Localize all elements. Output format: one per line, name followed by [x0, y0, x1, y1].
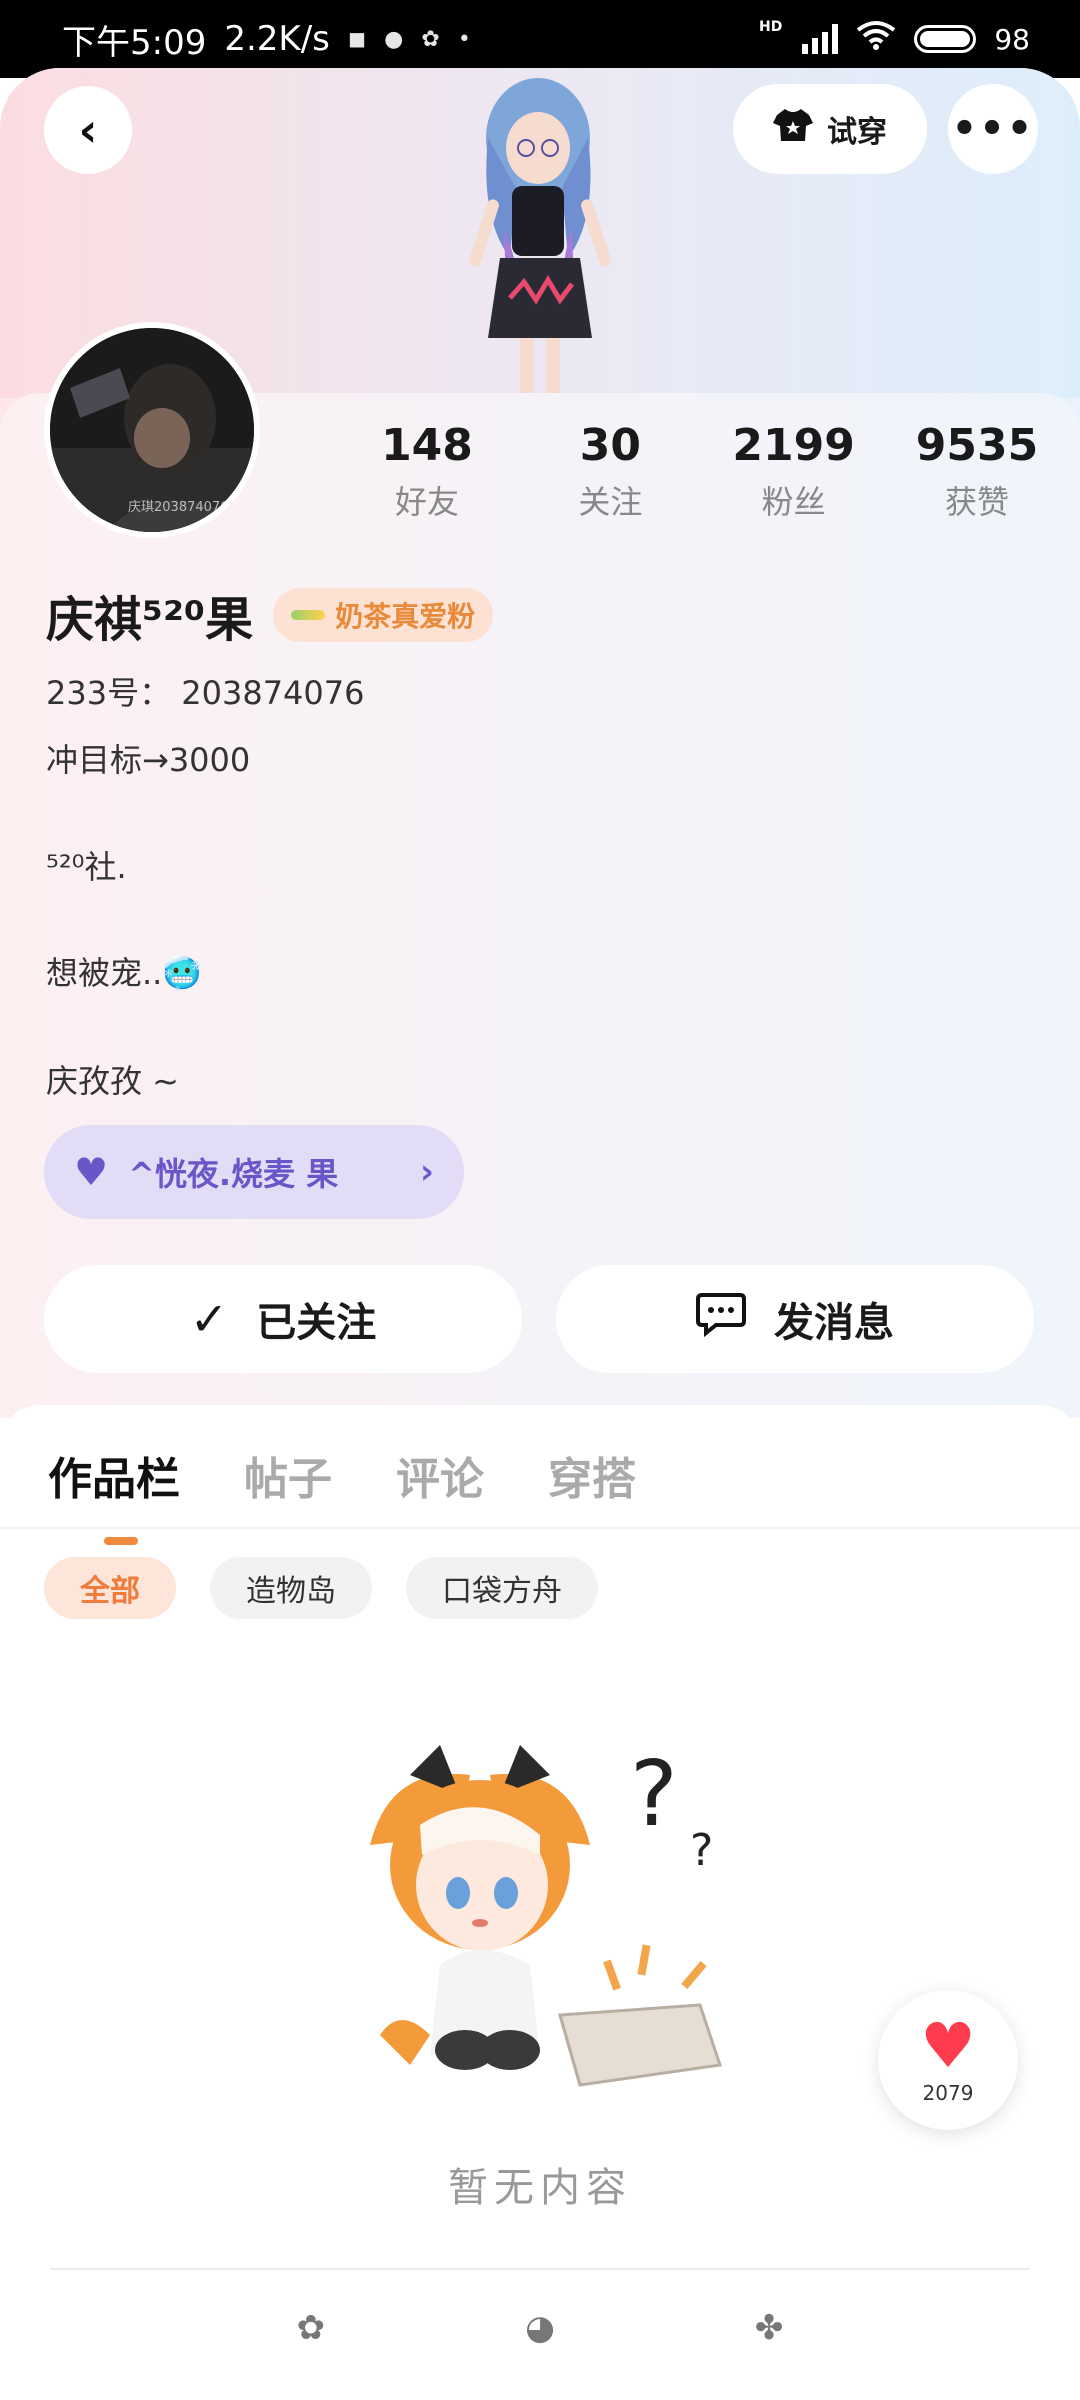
notification-icon: ◼	[347, 26, 367, 52]
hd-label: HD	[759, 19, 783, 35]
more-button[interactable]: •••	[948, 84, 1038, 174]
wifi-icon	[856, 19, 896, 59]
status-time: 下午5:09	[62, 22, 207, 63]
empty-state-text: 暂无内容	[448, 2165, 632, 2211]
stat-label: 关注	[578, 483, 643, 521]
notification-icon-3: ✿	[421, 26, 440, 52]
empty-state-illustration: ? ?	[370, 1742, 722, 2087]
name-row: 庆祺⁵²⁰果 奶茶真爱粉	[46, 580, 494, 650]
chevron-right-icon: ›	[419, 1152, 434, 1192]
status-speed: 2.2K/s	[224, 19, 330, 59]
battery-percent: 98	[994, 22, 1030, 56]
tab-bar: 作品栏 帖子 评论 穿搭	[48, 1443, 636, 1545]
chat-bubble-icon	[696, 1291, 746, 1347]
user-name: 庆祺⁵²⁰果	[46, 592, 254, 648]
stat-fans[interactable]: 2199 粉丝	[719, 420, 869, 523]
avatar[interactable]: 庆琪203874076	[44, 322, 260, 538]
badge-icon	[291, 610, 326, 620]
stat-label: 获赞	[944, 483, 1009, 521]
bottom-divider	[50, 2268, 1030, 2270]
tab-works[interactable]: 作品栏	[48, 1443, 180, 1545]
stat-value: 9535	[915, 420, 1039, 471]
fan-badge[interactable]: 奶茶真爱粉	[273, 588, 494, 642]
tab-comments[interactable]: 评论	[396, 1443, 484, 1507]
stat-friends[interactable]: 148 好友	[352, 420, 502, 523]
message-button[interactable]: 发消息	[556, 1265, 1034, 1373]
like-button[interactable]: ♥ 2079	[878, 1990, 1018, 2130]
avatar-3d-figure[interactable]	[420, 68, 660, 398]
followed-button[interactable]: ✓ 已关注	[44, 1265, 522, 1373]
tab-divider	[0, 1527, 1080, 1529]
heart-icon: ♥	[920, 2009, 976, 2082]
back-chevron-icon: ‹	[78, 103, 98, 157]
signal-icon	[802, 24, 839, 54]
bio-line-3: 庆孜孜 ~	[46, 1062, 179, 1100]
filter-chips: 全部 造物岛 口袋方舟	[44, 1557, 598, 1619]
group-label: ^恍夜.烧麦 果	[128, 1155, 339, 1193]
message-label: 发消息	[774, 1300, 894, 1346]
stats-row: 148 好友 30 关注 2199 粉丝 9535 获赞	[352, 420, 1052, 523]
bio-line-2: 想被宠..🥶	[46, 954, 203, 992]
more-dots-icon: •••	[951, 106, 1035, 152]
stat-value: 2199	[732, 420, 855, 471]
back-button[interactable]: ‹	[44, 86, 132, 174]
stat-value: 30	[579, 420, 641, 471]
stat-label: 粉丝	[761, 483, 826, 521]
bio-goal: 冲目标→3000	[46, 741, 251, 779]
content-panel: 作品栏 帖子 评论 穿搭 全部 造物岛 口袋方舟 ? ? 暂无内容	[0, 1405, 1080, 2400]
stat-likes[interactable]: 9535 获赞	[902, 420, 1052, 523]
pig-icon: ◕	[525, 2308, 555, 2348]
flower-icon: ✿	[296, 2308, 326, 2348]
stat-following[interactable]: 30 关注	[535, 420, 685, 523]
chip-creation-island[interactable]: 造物岛	[210, 1557, 372, 1619]
svg-text:?: ?	[690, 1825, 713, 1876]
status-dot: •	[457, 26, 471, 52]
bio-line-1: ⁵²⁰社.	[46, 848, 127, 886]
battery-icon	[914, 25, 977, 53]
avatar-watermark: 庆琪203874076	[128, 500, 229, 515]
tab-outfits[interactable]: 穿搭	[548, 1443, 636, 1507]
chip-pocket-ark[interactable]: 口袋方舟	[406, 1557, 598, 1619]
like-count: 2079	[922, 2081, 974, 2105]
heart-icon: ♥	[74, 1150, 109, 1194]
try-on-label: 试穿	[827, 115, 887, 150]
tshirt-icon	[773, 107, 813, 151]
status-bar: 下午5:09 2.2K/s ◼ ● ✿ • HD 98	[0, 0, 1080, 78]
user-id[interactable]: 233号： 203874076	[46, 668, 365, 714]
stat-label: 好友	[394, 483, 459, 521]
notification-icon-2: ●	[384, 26, 404, 52]
tab-posts[interactable]: 帖子	[244, 1443, 332, 1507]
check-icon: ✓	[189, 1292, 229, 1346]
followed-label: 已关注	[256, 1300, 377, 1346]
group-link[interactable]: ♥ ^恍夜.烧麦 果 ›	[44, 1125, 464, 1219]
try-on-button[interactable]: 试穿	[733, 84, 927, 174]
chip-all[interactable]: 全部	[44, 1557, 176, 1619]
badge-label: 奶茶真爱粉	[335, 600, 476, 633]
bottom-decoration: ✿ ◕ ✤	[0, 2308, 1080, 2348]
clover-icon: ✤	[754, 2308, 784, 2348]
svg-text:?: ?	[630, 1742, 678, 1847]
stat-value: 148	[381, 420, 473, 471]
